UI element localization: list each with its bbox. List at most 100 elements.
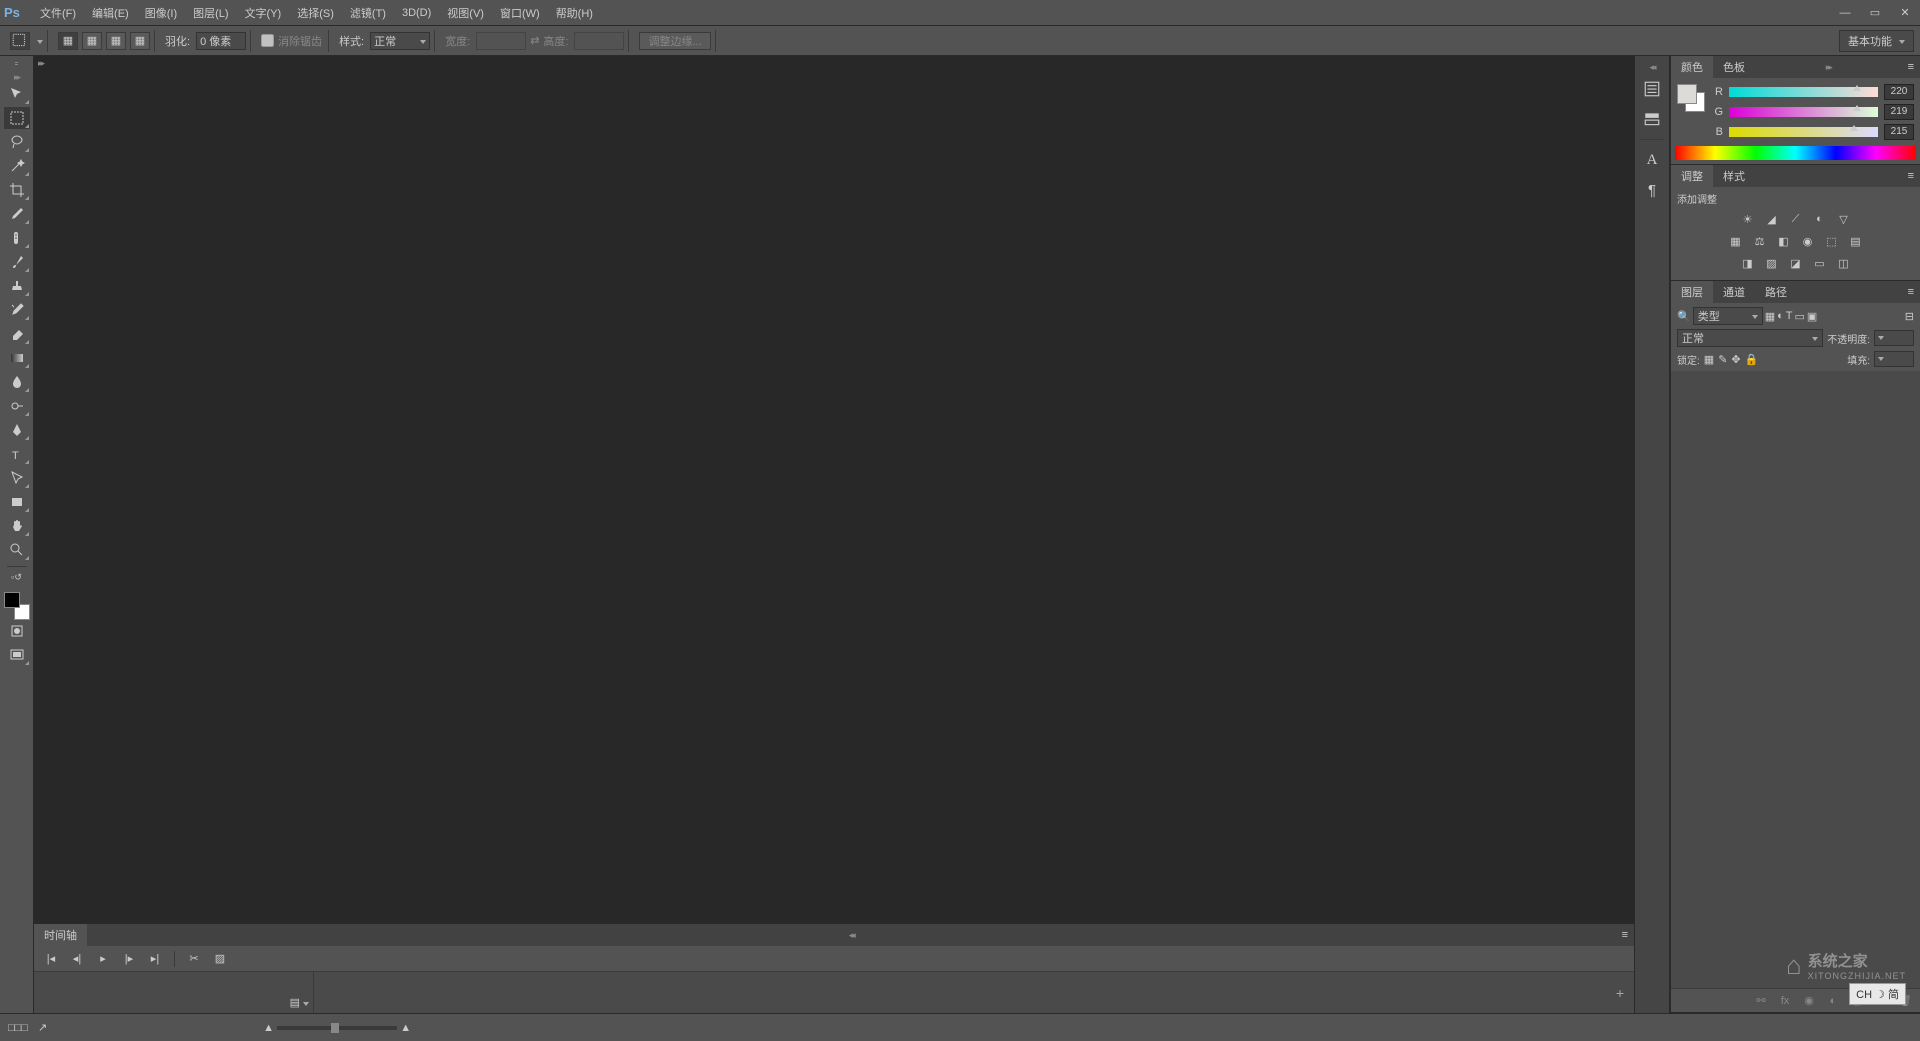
swatches-tab[interactable]: 色板: [1713, 56, 1755, 78]
menu-help[interactable]: 帮助(H): [548, 1, 601, 25]
gradient-map-icon[interactable]: ▭: [1811, 254, 1829, 272]
b-slider[interactable]: [1729, 127, 1878, 137]
timeline-add-track[interactable]: +: [1616, 985, 1624, 1001]
clone-stamp-tool[interactable]: [4, 275, 30, 297]
lasso-tool[interactable]: [4, 131, 30, 153]
history-panel-icon[interactable]: [1638, 75, 1666, 103]
menu-type[interactable]: 文字(Y): [237, 1, 290, 25]
g-value[interactable]: 219: [1884, 104, 1914, 120]
healing-brush-tool[interactable]: [4, 227, 30, 249]
r-value[interactable]: 220: [1884, 84, 1914, 100]
menu-filter[interactable]: 滤镜(T): [342, 1, 394, 25]
path-selection-tool[interactable]: [4, 467, 30, 489]
close-button[interactable]: ✕: [1890, 3, 1920, 23]
subtract-selection-button[interactable]: ▦: [106, 32, 126, 50]
foreground-color[interactable]: [4, 592, 20, 608]
filter-type-icon[interactable]: T: [1786, 310, 1793, 322]
filter-type-select[interactable]: 类型: [1693, 307, 1763, 325]
color-preview[interactable]: [1677, 84, 1705, 112]
balance-adjust-icon[interactable]: ⚖: [1751, 232, 1769, 250]
eyedropper-tool[interactable]: [4, 203, 30, 225]
tool-preset-button[interactable]: [10, 32, 30, 50]
timeline-next-frame[interactable]: |▸: [118, 950, 140, 968]
maximize-button[interactable]: ▭: [1860, 3, 1890, 23]
timeline-transition[interactable]: ▨: [209, 950, 231, 968]
refine-edge-button[interactable]: 调整边缘...: [639, 32, 710, 50]
mixer-adjust-icon[interactable]: ⬚: [1823, 232, 1841, 250]
color-panel-menu[interactable]: ≡: [1902, 61, 1920, 73]
exposure-adjust-icon[interactable]: ◐: [1811, 210, 1829, 228]
pen-tool[interactable]: [4, 419, 30, 441]
dock-expand[interactable]: ◂◂: [1649, 62, 1654, 73]
menu-file[interactable]: 文件(F): [32, 1, 84, 25]
lookup-adjust-icon[interactable]: ▤: [1847, 232, 1865, 250]
filter-toggle[interactable]: ⊟: [1905, 310, 1914, 323]
timeline-cut[interactable]: ✂: [183, 950, 205, 968]
link-layers-icon[interactable]: ⚯: [1752, 992, 1770, 1010]
timeline-menu[interactable]: ≡: [1616, 929, 1634, 941]
layers-tab[interactable]: 图层: [1671, 281, 1713, 303]
filter-smart-icon[interactable]: ▣: [1807, 310, 1817, 323]
paths-tab[interactable]: 路径: [1755, 281, 1797, 303]
toolbar-collapse[interactable]: ▸▸: [14, 72, 19, 83]
menu-3d[interactable]: 3D(D): [394, 3, 439, 23]
canvas[interactable]: [34, 71, 1634, 923]
vibrance-adjust-icon[interactable]: ▽: [1835, 210, 1853, 228]
menu-layer[interactable]: 图层(L): [185, 1, 236, 25]
panel-fg-color[interactable]: [1677, 84, 1697, 104]
minimize-button[interactable]: —: [1830, 3, 1860, 23]
tool-preset-dropdown[interactable]: [34, 35, 43, 47]
menu-image[interactable]: 图像(I): [137, 1, 185, 25]
blur-tool[interactable]: [4, 371, 30, 393]
adjust-panel-menu[interactable]: ≡: [1902, 170, 1920, 182]
move-tool[interactable]: [4, 83, 30, 105]
ime-indicator[interactable]: CH ☽ 简: [1849, 983, 1906, 1005]
timeline-first-frame[interactable]: |◂: [40, 950, 62, 968]
new-selection-button[interactable]: ▦: [58, 32, 78, 50]
timeline-collapse[interactable]: ◂◂: [843, 930, 860, 941]
threshold-adjust-icon[interactable]: ◪: [1787, 254, 1805, 272]
opacity-input[interactable]: [1874, 330, 1914, 346]
adjustments-tab[interactable]: 调整: [1671, 165, 1713, 187]
lock-transparency-icon[interactable]: ▦: [1704, 353, 1714, 366]
new-adjust-layer-icon[interactable]: ◐: [1824, 992, 1842, 1010]
feather-input[interactable]: 0 像素: [196, 32, 246, 50]
magic-wand-tool[interactable]: [4, 155, 30, 177]
menu-window[interactable]: 窗口(W): [492, 1, 548, 25]
channels-tab[interactable]: 通道: [1713, 281, 1755, 303]
filter-pixel-icon[interactable]: ▦: [1765, 310, 1775, 323]
add-selection-button[interactable]: ▦: [82, 32, 102, 50]
canvas-collapse[interactable]: ▸▸: [34, 56, 1634, 71]
layer-mask-icon[interactable]: ◉: [1800, 992, 1818, 1010]
brightness-adjust-icon[interactable]: ☀: [1739, 210, 1757, 228]
history-brush-tool[interactable]: [4, 299, 30, 321]
posterize-adjust-icon[interactable]: ▨: [1763, 254, 1781, 272]
dodge-tool[interactable]: [4, 395, 30, 417]
lock-position-icon[interactable]: ✥: [1731, 353, 1740, 366]
timeline-prev-frame[interactable]: ◂|: [66, 950, 88, 968]
zoom-tool[interactable]: [4, 539, 30, 561]
bw-adjust-icon[interactable]: ◧: [1775, 232, 1793, 250]
status-arrow-icon[interactable]: ↗: [38, 1021, 47, 1034]
intersect-selection-button[interactable]: ▦: [130, 32, 150, 50]
toolbar-grip[interactable]: [6, 62, 28, 68]
type-tool[interactable]: T: [4, 443, 30, 465]
swap-color-icon[interactable]: ▫↺: [4, 570, 30, 584]
eraser-tool[interactable]: [4, 323, 30, 345]
timeline-play[interactable]: ▸: [92, 950, 114, 968]
photo-filter-icon[interactable]: ◉: [1799, 232, 1817, 250]
layer-fx-icon[interactable]: fx: [1776, 992, 1794, 1010]
selective-color-icon[interactable]: ◫: [1835, 254, 1853, 272]
r-slider[interactable]: [1729, 87, 1878, 97]
color-tab[interactable]: 颜色: [1671, 56, 1713, 78]
color-spectrum[interactable]: [1675, 146, 1916, 160]
workspace-switcher[interactable]: 基本功能: [1839, 30, 1914, 52]
layers-list[interactable]: [1671, 371, 1920, 988]
styles-tab[interactable]: 样式: [1713, 165, 1755, 187]
style-select[interactable]: 正常: [370, 32, 430, 50]
color-swatches[interactable]: [4, 592, 30, 620]
fill-input[interactable]: [1874, 351, 1914, 367]
menu-edit[interactable]: 编辑(E): [84, 1, 137, 25]
g-slider[interactable]: [1729, 107, 1878, 117]
marquee-tool[interactable]: [4, 107, 30, 129]
